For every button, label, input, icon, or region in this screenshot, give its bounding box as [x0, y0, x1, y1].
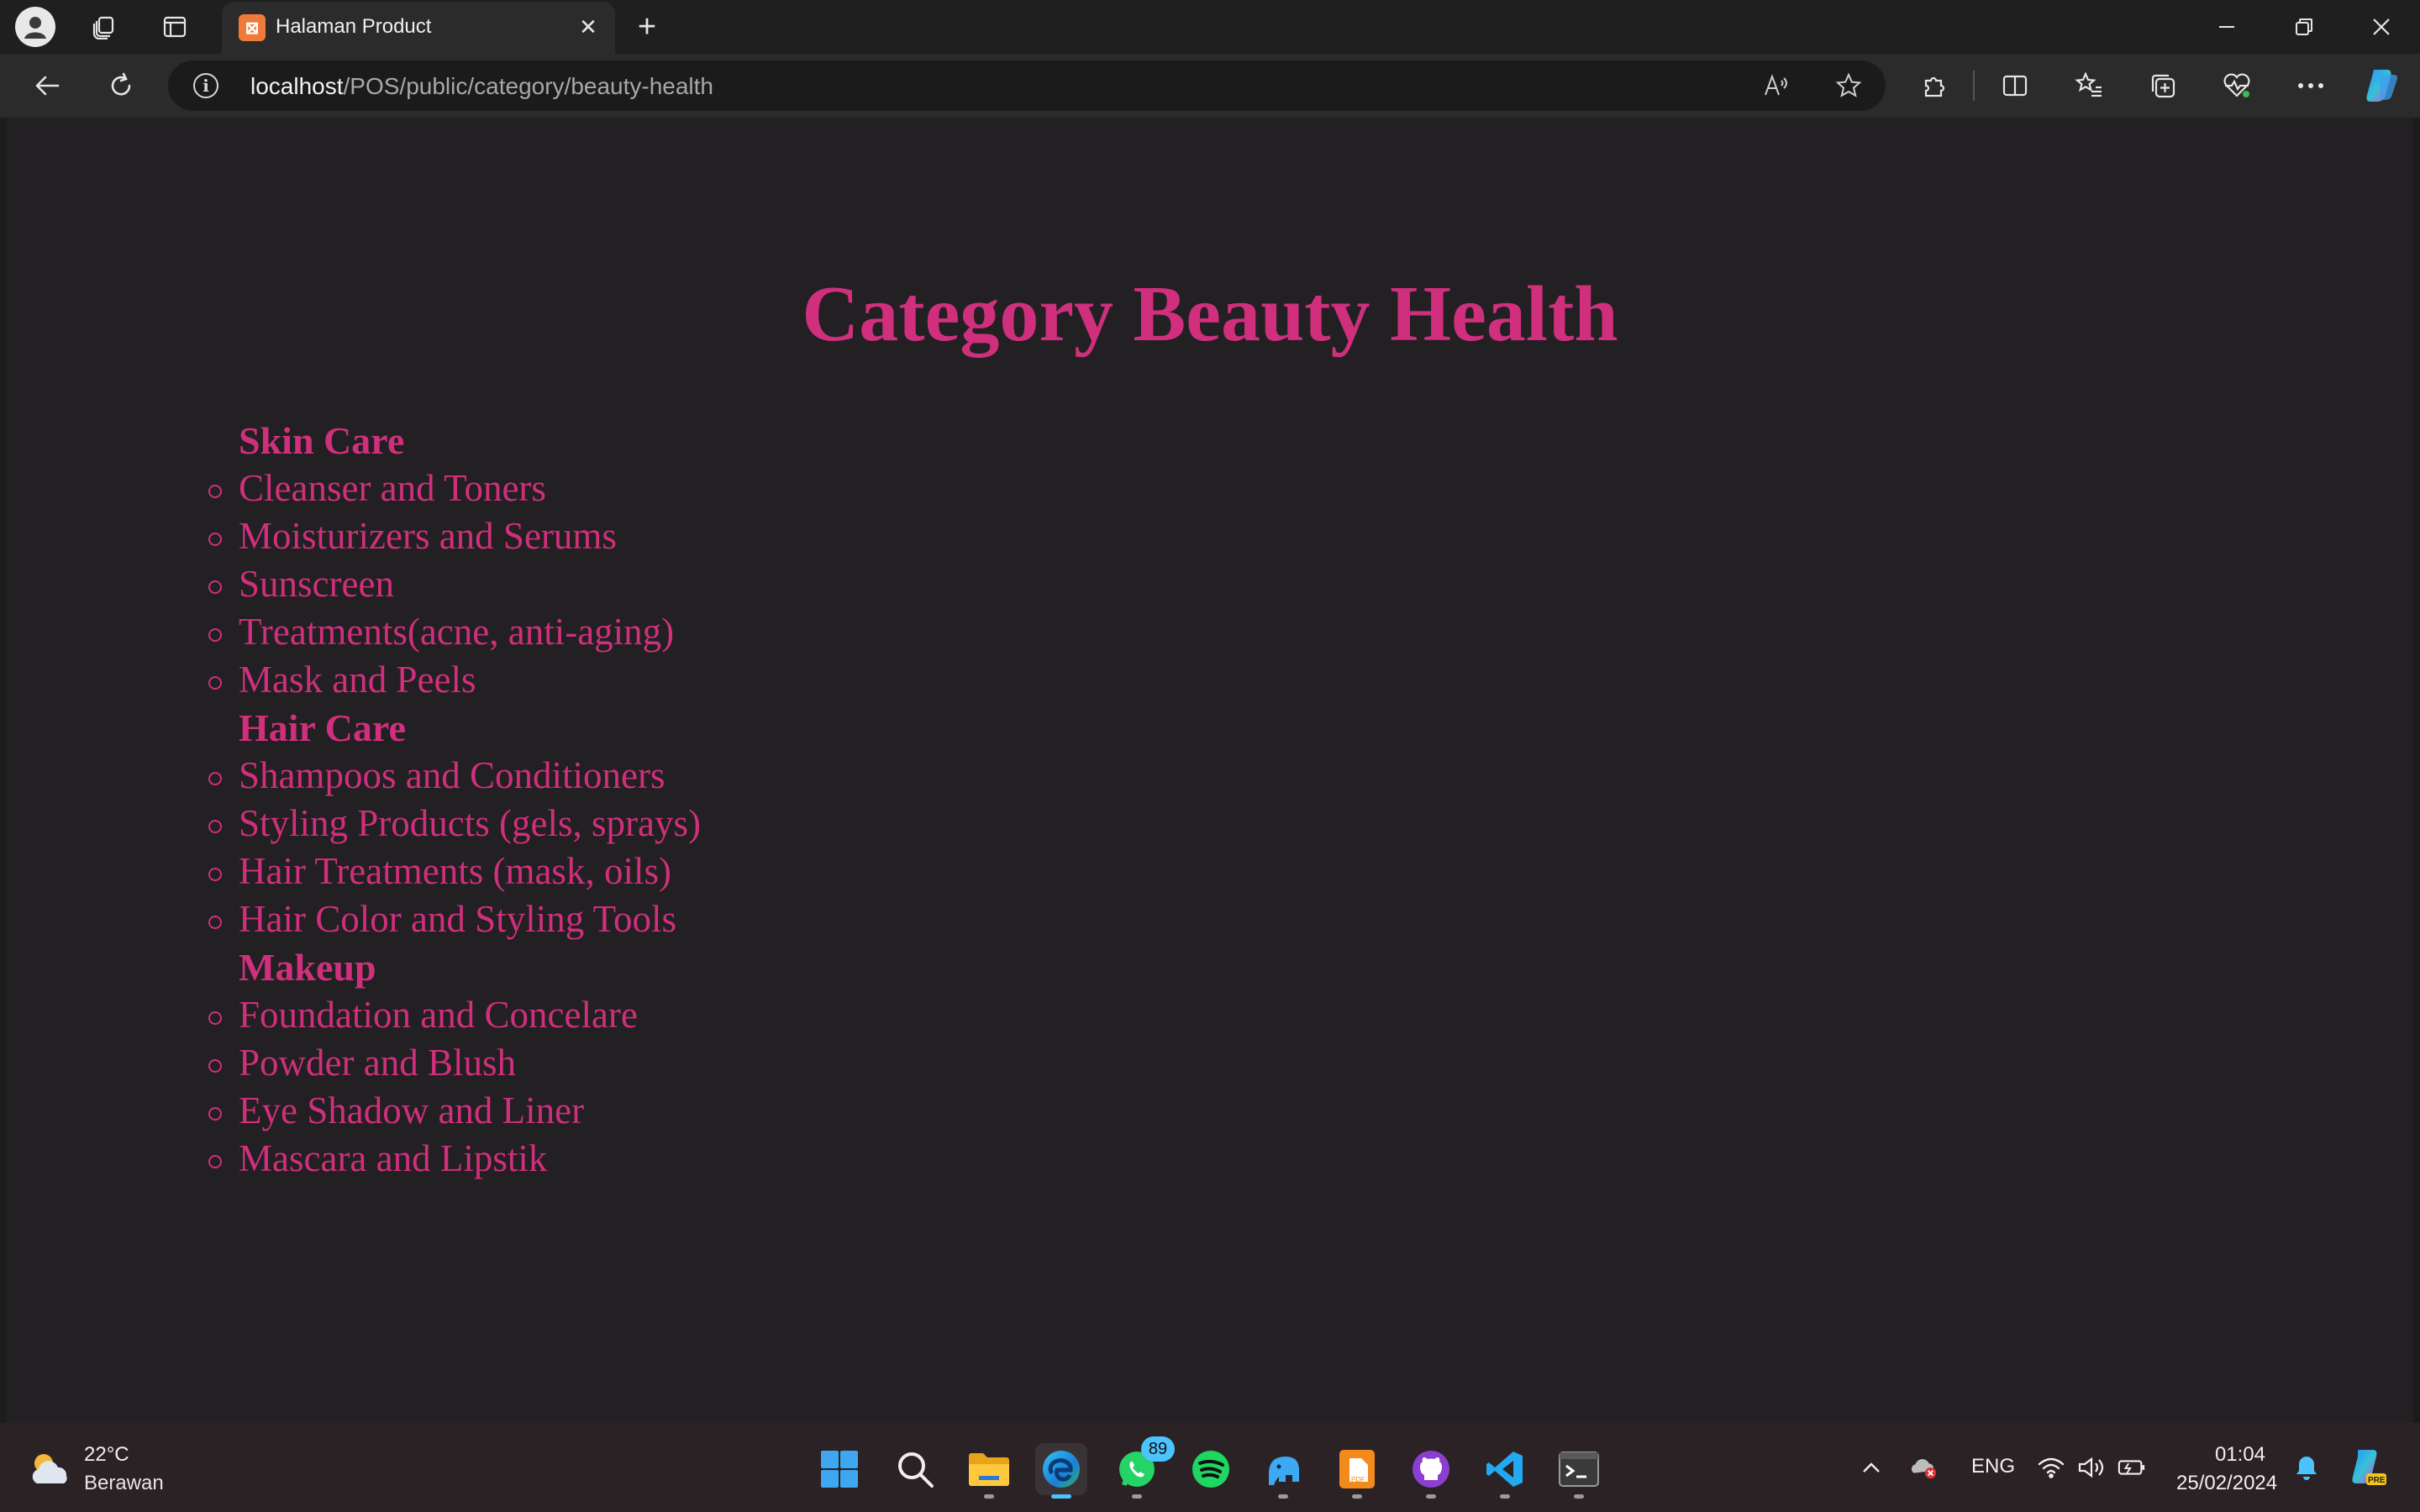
workspaces-icon[interactable]	[84, 7, 124, 47]
edge-icon[interactable]	[1035, 1443, 1087, 1499]
wifi-icon[interactable]	[2037, 1453, 2065, 1482]
restore-icon[interactable]	[2265, 0, 2343, 54]
weather-description[interactable]: Berawan	[84, 1472, 164, 1495]
browser-toolbar: i localhost/POS/public/category/beauty-h…	[0, 54, 2420, 118]
favorite-star-icon[interactable]	[1830, 67, 1867, 104]
minimize-icon[interactable]	[2188, 0, 2265, 54]
read-aloud-icon[interactable]	[1758, 67, 1795, 104]
category-heading: Makeup	[239, 946, 376, 989]
running-indicator	[984, 1494, 994, 1499]
list-item: Mascara and Lipstik	[208, 1135, 701, 1183]
battery-icon[interactable]	[2118, 1453, 2146, 1482]
close-icon[interactable]: ✕	[571, 10, 605, 44]
page-viewport: Category Beauty Health Skin Care Cleanse…	[7, 118, 2413, 1423]
list-item: Foundation and Concelare	[208, 991, 701, 1039]
running-indicator	[1500, 1494, 1510, 1499]
notification-bell-icon[interactable]	[2292, 1453, 2321, 1482]
category-heading: Hair Care	[239, 706, 406, 749]
search-icon[interactable]	[889, 1443, 941, 1495]
chevron-up-icon[interactable]	[1857, 1453, 1886, 1482]
list-item: Mask and Peels	[208, 656, 701, 704]
favorites-icon[interactable]	[2067, 64, 2111, 108]
xampp-favicon: ⊠	[239, 14, 266, 41]
running-indicator	[1132, 1494, 1142, 1499]
tab-title: Halaman Product	[276, 15, 432, 38]
copilot-tray-icon[interactable]: PRE	[2346, 1446, 2388, 1488]
volume-icon[interactable]	[2077, 1453, 2106, 1482]
list-item: Shampoos and Conditioners	[208, 752, 701, 800]
list-item: Hair Color and Styling Tools	[208, 895, 701, 943]
active-tab[interactable]: ⊠ Halaman Product ✕	[222, 2, 615, 54]
weather-temperature[interactable]: 22°C	[84, 1443, 129, 1467]
clock-date[interactable]: 25/02/2024	[2176, 1472, 2277, 1495]
toolbar-divider	[1973, 71, 1975, 101]
running-indicator	[1426, 1494, 1436, 1499]
clock-time[interactable]: 01:04	[2176, 1443, 2265, 1467]
copilot-icon[interactable]	[2360, 64, 2403, 108]
split-screen-icon[interactable]	[1993, 64, 2037, 108]
weather-icon[interactable]	[25, 1446, 76, 1488]
extensions-icon[interactable]	[1912, 64, 1956, 108]
windows-start-icon[interactable]	[813, 1443, 865, 1495]
close-window-icon[interactable]	[2343, 0, 2420, 54]
running-indicator	[1352, 1494, 1362, 1499]
subcategory-list: Shampoos and Conditioners Styling Produc…	[208, 752, 701, 943]
address-bar[interactable]: i localhost/POS/public/category/beauty-h…	[168, 60, 1886, 111]
tab-strip: ⊠ Halaman Product ✕ +	[0, 0, 2420, 54]
taskbar: 22°C Berawan 89 PDF ENG 01:04 25/02/2024…	[0, 1423, 2420, 1512]
tab-actions-icon[interactable]	[155, 7, 195, 47]
file-explorer-icon[interactable]	[963, 1443, 1015, 1499]
category-group-makeup: Makeup Foundation and Concelare Powder a…	[208, 943, 701, 1183]
more-icon[interactable]	[2289, 64, 2333, 108]
plus-icon[interactable]: +	[627, 7, 667, 47]
back-icon[interactable]	[25, 64, 69, 108]
running-indicator	[1574, 1494, 1584, 1499]
category-heading: Skin Care	[239, 419, 405, 462]
onedrive-icon[interactable]	[1909, 1453, 1938, 1482]
notification-badge: 89	[1141, 1436, 1175, 1462]
list-item: Hair Treatments (mask, oils)	[208, 848, 701, 895]
github-icon[interactable]	[1405, 1443, 1457, 1499]
category-list: Skin Care Cleanser and Toners Moisturize…	[208, 417, 701, 1183]
elephant-app-icon[interactable]	[1257, 1443, 1309, 1499]
list-item: Styling Products (gels, sprays)	[208, 800, 701, 848]
browser-essentials-icon[interactable]	[2215, 64, 2259, 108]
list-item: Sunscreen	[208, 560, 701, 608]
list-item: Powder and Blush	[208, 1039, 701, 1087]
url-text[interactable]: localhost/POS/public/category/beauty-hea…	[250, 73, 713, 100]
info-icon[interactable]: i	[193, 73, 218, 98]
list-item: Eye Shadow and Liner	[208, 1087, 701, 1135]
category-group-skin-care: Skin Care Cleanser and Toners Moisturize…	[208, 417, 701, 704]
list-item: Cleanser and Toners	[208, 465, 701, 512]
svg-text:PDF: PDF	[1351, 1476, 1365, 1483]
profile-icon[interactable]	[15, 7, 55, 47]
pdf-app-icon[interactable]: PDF	[1331, 1443, 1383, 1499]
terminal-icon[interactable]	[1553, 1443, 1605, 1499]
refresh-icon[interactable]	[99, 64, 143, 108]
spotify-icon[interactable]	[1185, 1443, 1237, 1495]
running-indicator	[1051, 1494, 1071, 1499]
collections-icon[interactable]	[2141, 64, 2185, 108]
page-title: Category Beauty Health	[802, 270, 1618, 358]
language-indicator[interactable]: ENG	[1971, 1455, 2015, 1478]
svg-text:PRE: PRE	[2368, 1476, 2386, 1485]
subcategory-list: Cleanser and Toners Moisturizers and Ser…	[208, 465, 701, 704]
category-group-hair-care: Hair Care Shampoos and Conditioners Styl…	[208, 704, 701, 943]
list-item: Treatments(acne, anti-aging)	[208, 608, 701, 656]
subcategory-list: Foundation and Concelare Powder and Blus…	[208, 991, 701, 1183]
running-indicator	[1278, 1494, 1288, 1499]
whatsapp-icon[interactable]: 89	[1111, 1436, 1175, 1499]
list-item: Moisturizers and Serums	[208, 512, 701, 560]
vscode-icon[interactable]	[1479, 1443, 1531, 1499]
